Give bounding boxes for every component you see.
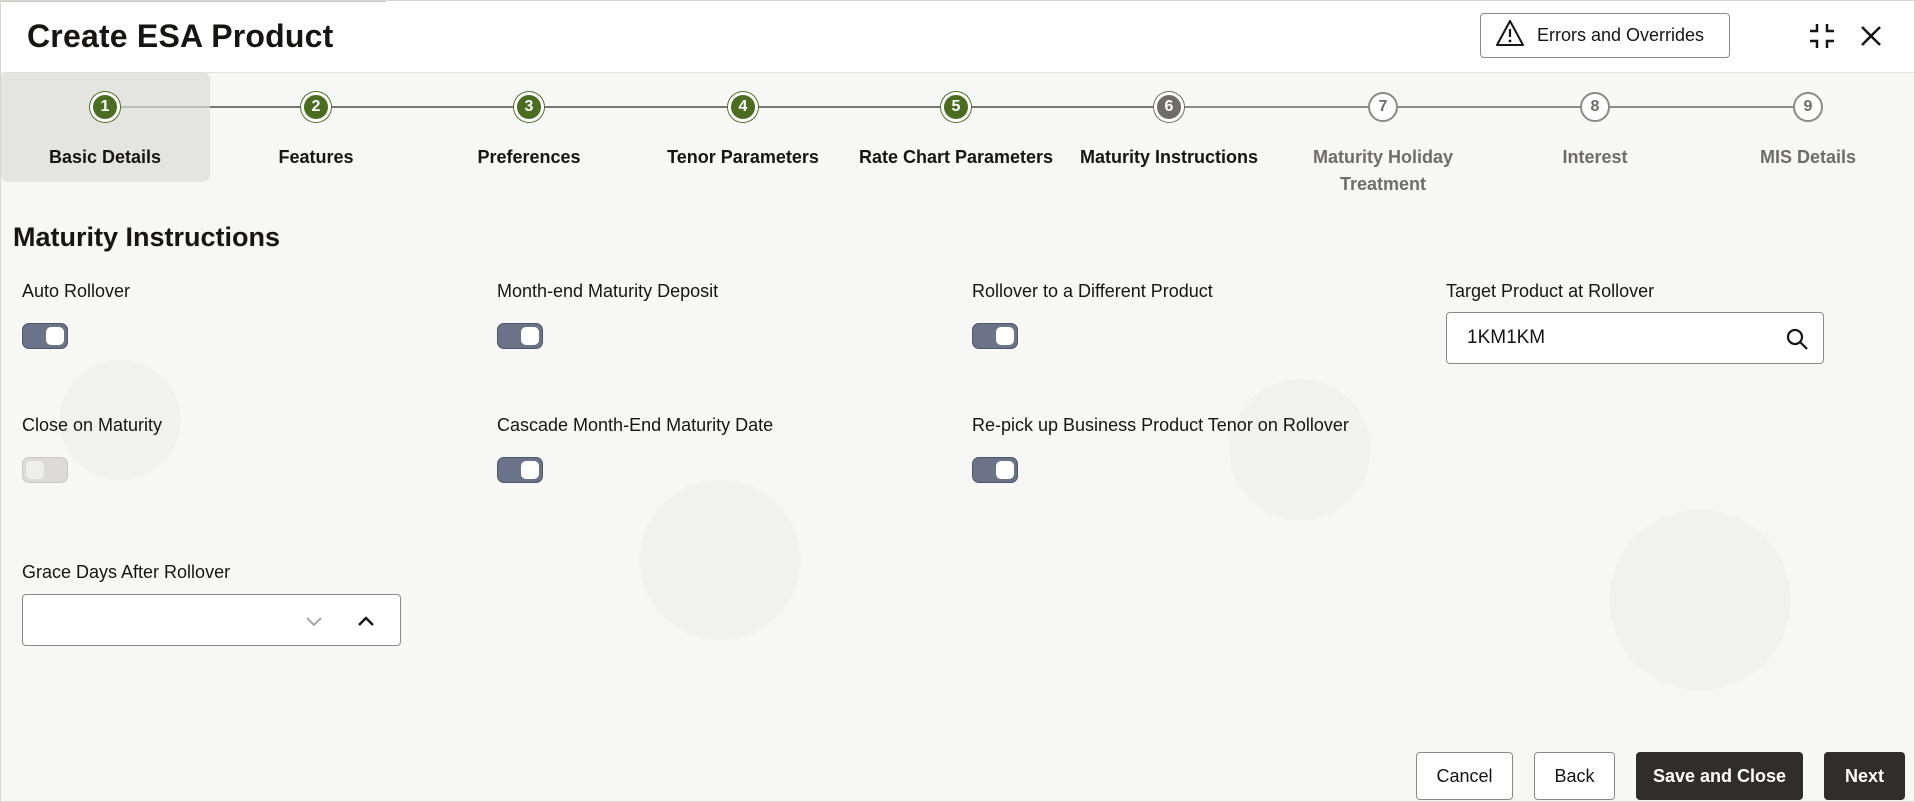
window-frame xyxy=(0,0,1915,802)
